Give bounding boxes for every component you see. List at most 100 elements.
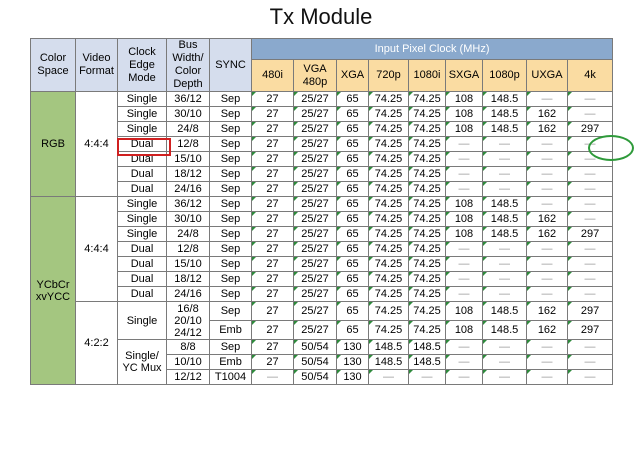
pixel-clock-cell: — (482, 151, 527, 167)
pixel-clock-cell: 25/27 (293, 136, 337, 152)
pixel-clock-cell: 27 (251, 226, 294, 242)
pixel-clock-cell: 65 (336, 166, 369, 182)
pixel-clock-cell: — (566, 241, 614, 257)
pixel-clock-cell: — (482, 241, 527, 257)
bus-width-cell: 36/12 (166, 196, 210, 212)
pixel-clock-cell: 65 (336, 121, 369, 137)
pixel-clock-cell: — (368, 369, 409, 385)
pixel-clock-cell: — (526, 271, 568, 287)
color-space-header: Color Space (30, 38, 76, 92)
pixel-clock-column-header: UXGA (526, 59, 568, 92)
bus-width-cell: 24/8 (166, 121, 210, 137)
table-row: Dual 15/10 Sep 27 25/27 65 74.25 74.25— — — — (31, 256, 614, 272)
pixel-clock-cell: 130 (336, 354, 369, 370)
pixel-clock-cell: 74.25 (408, 271, 446, 287)
bus-width-cell: 8/8 (166, 339, 210, 355)
pixel-clock-column-header: 1080p (482, 59, 527, 92)
pixel-clock-cell: 27 (251, 339, 294, 355)
pixel-clock-cell: — (526, 151, 568, 167)
pixel-clock-cell: 74.25 (368, 151, 409, 167)
bus-width-cell: 30/10 (166, 211, 210, 227)
bus-width-cell: 24/8 (166, 226, 210, 242)
pixel-clock-cell: — (482, 354, 527, 370)
pixel-clock-cell: 65 (336, 196, 369, 212)
pixel-clock-cell: 148.5 (482, 226, 527, 242)
sync-cell: T1004 (209, 369, 252, 385)
pixel-clock-cell: 148.5 (368, 354, 409, 370)
pixel-clock-column-header: 720p (368, 59, 409, 92)
pixel-clock-cell: 74.25 (368, 271, 409, 287)
pixel-clock-cell: — (526, 166, 568, 182)
pixel-clock-cell: 162 (526, 106, 568, 122)
pixel-clock-cell: 297 (566, 226, 614, 242)
sync-cell: Sep (209, 226, 252, 242)
video-format-cell: 4:4:4 (75, 91, 118, 197)
clock-edge-mode-cell: Dual (117, 271, 167, 287)
pixel-clock-cell: — (482, 181, 527, 197)
pixel-clock-cell: — (482, 369, 527, 385)
pixel-clock-cell: 74.25 (408, 196, 446, 212)
pixel-clock-cell: 74.25 (368, 91, 409, 107)
pixel-clock-cell: 65 (336, 211, 369, 227)
clock-edge-mode-cell: Single (117, 91, 167, 107)
pixel-clock-cell: 65 (336, 91, 369, 107)
bus-width-cell: 18/12 (166, 271, 210, 287)
pixel-clock-cell: 162 (526, 320, 568, 340)
table-row: Dual 24/16 Sep 27 25/27 65 74.25 74.25— — — — (31, 181, 614, 197)
pixel-clock-cell: — (482, 286, 527, 302)
pixel-clock-cell: 65 (336, 286, 369, 302)
pixel-clock-cell: 74.25 (408, 121, 446, 137)
pixel-clock-cell: 130 (336, 369, 369, 385)
table-row: Single/ YC Mux 8/8 Sep 27 50/54 130 148.5 148.5… (31, 339, 614, 385)
clock-edge-mode-cell: Single/ YC Mux (117, 339, 167, 385)
pixel-clock-cell: 25/27 (293, 106, 337, 122)
pixel-clock-cell: 27 (251, 241, 294, 257)
video-format-cell: 4:2:2 (75, 301, 118, 385)
pixel-clock-cell: 130 (336, 339, 369, 355)
bus-width-cell: 15/10 (166, 151, 210, 167)
pixel-clock-cell: 25/27 (293, 211, 337, 227)
pixel-clock-cell: 65 (336, 241, 369, 257)
clock-edge-mode-cell: Dual (117, 241, 167, 257)
pixel-clock-cell: 74.25 (368, 136, 409, 152)
pixel-clock-cell: — (445, 286, 483, 302)
clock-edge-mode-cell: Single (117, 121, 167, 137)
pixel-clock-cell: 50/54 (293, 369, 337, 385)
pixel-clock-cell: — (566, 91, 614, 107)
pixel-clock-cell: 27 (251, 121, 294, 137)
table-row: Single 24/8 Sep 27 25/27 65 74.25 74.25 108 148.5… (31, 226, 614, 242)
pixel-clock-cell: 27 (251, 91, 294, 107)
pixel-clock-cell: 74.25 (408, 286, 446, 302)
pixel-clock-cell: 74.25 (368, 181, 409, 197)
pixel-clock-cell: 148.5 (482, 301, 527, 321)
pixel-clock-cell: 74.25 (408, 136, 446, 152)
pixel-clock-column-header: XGA (336, 59, 369, 92)
pixel-clock-cell: 65 (336, 320, 369, 340)
pixel-clock-column-header: SXGA (445, 59, 483, 92)
pixel-clock-cell: 27 (251, 286, 294, 302)
sync-cell: Sep (209, 256, 252, 272)
pixel-clock-cell: 148.5 (482, 106, 527, 122)
pixel-clock-cell: 162 (526, 121, 568, 137)
pixel-clock-cell: 162 (526, 211, 568, 227)
pixel-clock-cell: 25/27 (293, 226, 337, 242)
pixel-clock-cell: 74.25 (368, 226, 409, 242)
pixel-clock-cell: 74.25 (368, 211, 409, 227)
table-row: Dual 18/12 Sep 27 25/27 65 74.25 74.25— — — — (31, 271, 614, 287)
pixel-clock-column-header: 480i (251, 59, 294, 92)
pixel-clock-cell: 108 (445, 196, 483, 212)
pixel-clock-cell: 74.25 (368, 196, 409, 212)
pixel-clock-cell: — (526, 339, 568, 355)
pixel-clock-cell: 148.5 (482, 196, 527, 212)
clock-edge-mode-cell: Dual (117, 166, 167, 182)
table-row: Single 30/10 Sep 27 25/27 65 74.25 74.25 108 148.… (31, 106, 614, 122)
pixel-clock-cell: 25/27 (293, 121, 337, 137)
pixel-clock-cell: 27 (251, 151, 294, 167)
pixel-clock-cell: 74.25 (368, 320, 409, 340)
color-space-cell: RGB (30, 91, 76, 197)
pixel-clock-cell: 148.5 (408, 354, 446, 370)
pixel-clock-cell: — (566, 196, 614, 212)
bus-width-cell: 36/12 (166, 91, 210, 107)
pixel-clock-cell: 50/54 (293, 339, 337, 355)
pixel-clock-cell: 74.25 (408, 106, 446, 122)
